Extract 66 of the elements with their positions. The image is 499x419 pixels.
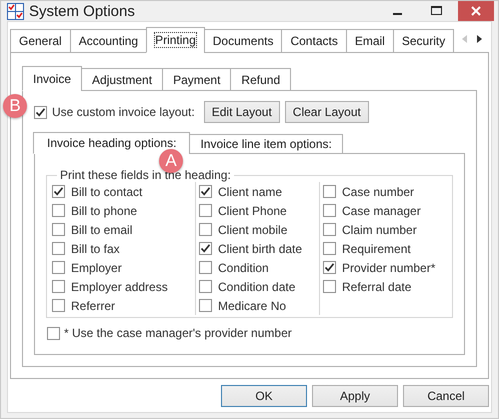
dialog-button[interactable]: Apply <box>312 385 398 407</box>
checkbox[interactable] <box>52 280 65 293</box>
checkbox-label: Client mobile <box>218 222 288 236</box>
layout-button[interactable]: Clear Layout <box>284 101 369 123</box>
checkbox-label: Medicare No <box>218 298 286 312</box>
maximize-icon <box>430 6 442 16</box>
minimize-icon <box>392 13 402 15</box>
layout-button[interactable]: Edit Layout <box>204 101 280 123</box>
checkbox-label: * Use the case manager's provider number <box>64 326 292 340</box>
checkbox-label: Condition date <box>218 280 296 294</box>
checkbox[interactable] <box>323 185 336 198</box>
checkbox[interactable] <box>52 185 65 198</box>
dialog-button[interactable]: Cancel <box>403 385 489 407</box>
checkbox[interactable] <box>199 223 212 236</box>
scroll-left-icon[interactable] <box>462 35 468 43</box>
checkbox[interactable] <box>34 106 47 118</box>
checkbox[interactable] <box>52 299 65 312</box>
checkbox[interactable] <box>323 242 336 255</box>
checkbox[interactable] <box>199 261 212 274</box>
checkbox[interactable] <box>323 223 336 236</box>
checkbox-label: Client name <box>218 184 282 198</box>
tab[interactable]: Refund <box>230 68 292 91</box>
checkbox[interactable] <box>199 242 212 255</box>
checkbox[interactable] <box>323 204 336 217</box>
tab[interactable]: Documents <box>204 29 282 53</box>
checkbox-label: Claim number <box>342 222 417 236</box>
tab[interactable]: General <box>10 29 71 53</box>
close-button[interactable] <box>458 1 494 21</box>
checkbox[interactable] <box>52 261 65 274</box>
checkbox-label: Referral date <box>342 280 412 294</box>
tab[interactable]: Security <box>392 29 454 53</box>
checkbox-label: Bill to phone <box>71 204 138 218</box>
checkbox[interactable] <box>47 326 60 340</box>
tab[interactable]: Printing <box>146 27 205 53</box>
checkbox-label: Requirement <box>342 242 411 256</box>
checkbox-label: Bill to contact <box>71 184 142 198</box>
checkbox[interactable] <box>199 185 212 198</box>
checkbox-label: Employer <box>71 260 122 274</box>
checkbox-label: Bill to fax <box>71 242 120 256</box>
checkbox-label: Provider number* <box>342 260 436 274</box>
close-icon <box>471 6 481 16</box>
checkbox-label: Referrer <box>71 298 116 312</box>
checkbox-label: Client birth date <box>218 242 302 256</box>
checkbox-label: Use custom invoice layout: <box>52 105 195 119</box>
callout-badge: B <box>3 94 27 118</box>
dialog-button[interactable]: OK <box>221 385 307 407</box>
checkbox[interactable] <box>52 242 65 255</box>
checkbox-label: Case manager <box>342 204 421 218</box>
checkbox[interactable] <box>199 204 212 217</box>
checkbox[interactable] <box>199 280 212 293</box>
checkbox-label: Condition <box>218 260 269 274</box>
checkbox[interactable] <box>52 223 65 236</box>
window-title: System Options <box>29 2 136 20</box>
checkbox[interactable] <box>199 299 212 312</box>
checkbox-label: Bill to email <box>71 222 132 236</box>
scroll-right-icon[interactable] <box>477 35 482 43</box>
checkbox[interactable] <box>52 204 65 217</box>
checkbox[interactable] <box>323 280 336 293</box>
tab[interactable]: Invoice line item options: <box>189 134 343 154</box>
tab[interactable]: Adjustment <box>81 68 164 91</box>
checkbox[interactable] <box>323 261 336 274</box>
tab[interactable]: Invoice heading options: <box>33 132 190 154</box>
tab[interactable]: Invoice <box>22 66 82 91</box>
checkbox-label: Employer address <box>71 280 168 294</box>
checkbox-label: Case number <box>342 184 414 198</box>
checkbox-label: Client Phone <box>218 204 287 218</box>
